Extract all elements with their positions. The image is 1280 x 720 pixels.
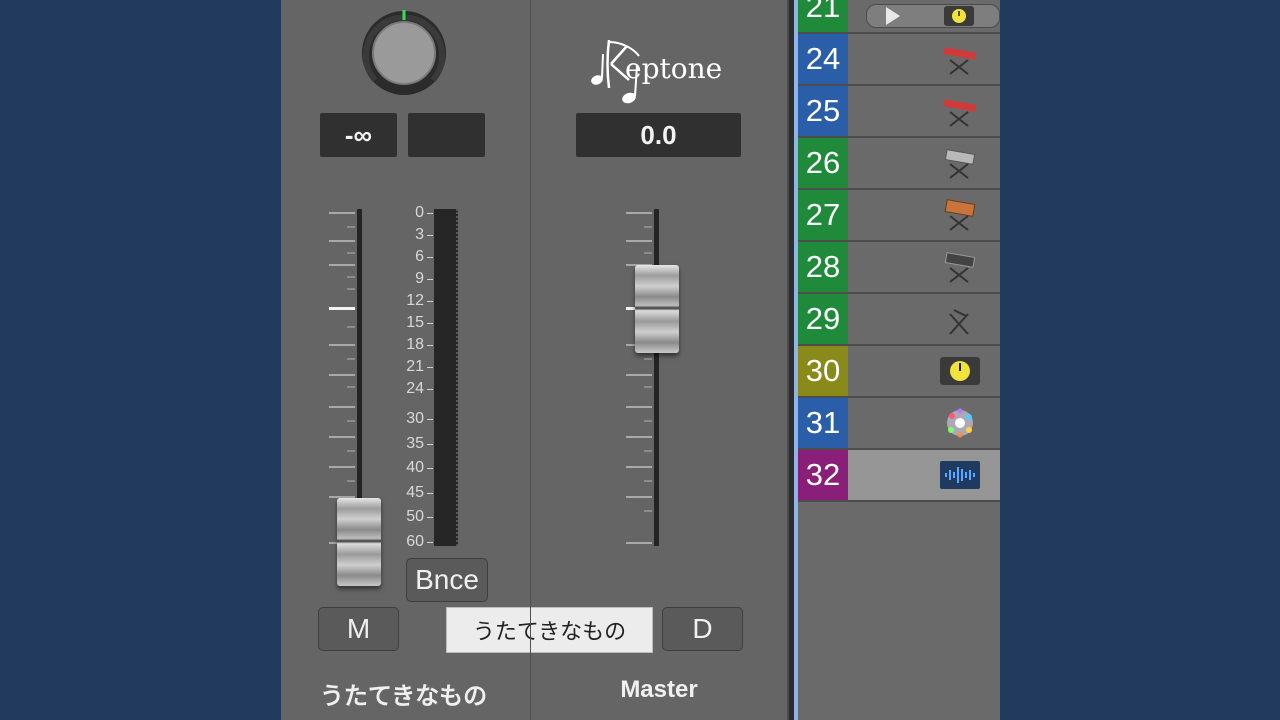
track-number: 28 [798,242,848,292]
master-fader-handle[interactable] [635,265,679,353]
mixer-panel: -∞ 0 3 6 9 12 15 18 21 24 30 35 40 45 50… [281,0,789,720]
meter-label: 6 [415,248,424,265]
track-row[interactable]: 30 [798,346,1000,398]
meter-label: 24 [406,380,424,397]
sparkle-icon [947,408,973,438]
master-name: Master [620,676,698,703]
track-row-selected[interactable]: 32 [798,450,1000,502]
meter-label: 45 [406,484,424,501]
meter-label: 3 [415,226,424,243]
gain-display[interactable] [408,113,485,157]
meter-label: 18 [406,336,424,353]
svg-text:eptone: eptone [625,52,722,85]
meter-label: 60 [406,533,424,550]
strip-divider [530,0,531,720]
track-row[interactable]: 27 [798,190,1000,242]
audio-waveform-icon [940,461,980,489]
meter-label: 0 [415,204,424,221]
track-row[interactable]: 25 [798,86,1000,138]
metronome-clock-icon [940,357,980,385]
pan-knob[interactable] [359,8,449,98]
track-number: 25 [798,86,848,136]
bounce-button[interactable]: Bnce [406,558,488,602]
meter-label: 40 [406,459,424,476]
meter-label: 30 [406,410,424,427]
track-number: 30 [798,346,848,396]
track-number: 31 [798,398,848,448]
track-list: 21 24 25 26 27 28 29 30 31 32 [798,0,1000,720]
track-number: 26 [798,138,848,188]
track-row[interactable]: 31 [798,398,1000,450]
input-selector[interactable]: うたてきなもの [446,607,653,653]
keyboard-stand-red-icon [943,99,977,127]
track-number: 32 [798,450,848,500]
track-row[interactable]: 26 [798,138,1000,190]
keptone-logo: eptone [591,39,722,104]
keyboard-stand-dark-icon [944,252,976,283]
channel-fader-track[interactable] [357,209,362,546]
channel-name: うたてきなもの [319,683,488,710]
master-fader-track[interactable] [654,209,659,546]
keyboard-stand-empty-icon [949,309,969,335]
channel-fader-handle[interactable] [337,498,381,586]
track-row[interactable]: 29 [798,294,1000,346]
pan-display[interactable]: -∞ [320,113,397,157]
meter-label: 15 [406,314,424,331]
meter-label: 12 [406,292,424,309]
play-icon[interactable] [882,6,904,26]
clock-icon [944,6,974,26]
meter-label: 21 [406,358,424,375]
keyboard-stand-gray-icon [944,149,976,179]
track-number: 29 [798,294,848,344]
master-volume-display[interactable]: 0.0 [576,113,741,157]
track-row[interactable]: 24 [798,34,1000,86]
meter-label: 35 [406,435,424,452]
keyboard-stand-orange-icon [944,199,976,231]
mute-button[interactable]: M [318,607,399,651]
track-number: 24 [798,34,848,84]
track-row[interactable]: 21 [798,0,1000,34]
meter-label: 50 [406,508,424,525]
track-number: 27 [798,190,848,240]
meter-label: 9 [415,270,424,287]
track-row[interactable]: 28 [798,242,1000,294]
keyboard-stand-red-icon [943,47,977,75]
track-number: 21 [798,0,848,32]
dim-button[interactable]: D [662,607,743,651]
level-meter [434,209,458,546]
